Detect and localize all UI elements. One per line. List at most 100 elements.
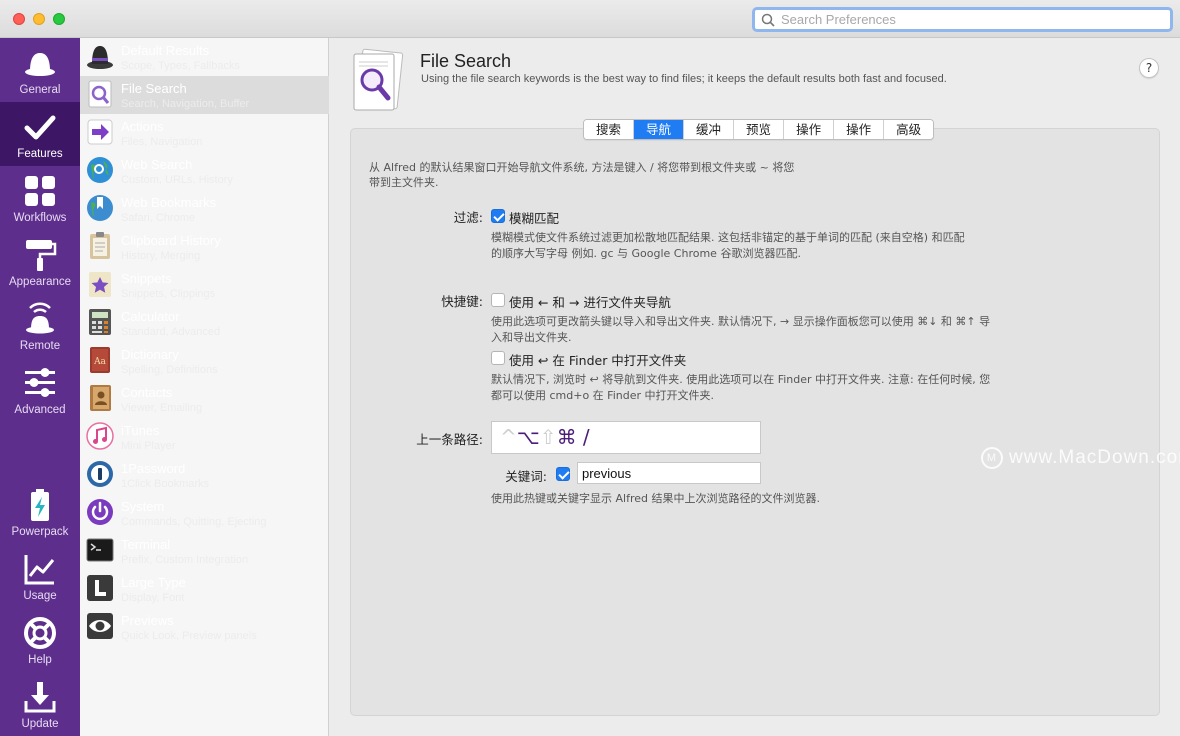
grid-icon <box>25 176 55 206</box>
nav-workflows[interactable]: Workflows <box>0 166 80 230</box>
finder-open-checkbox[interactable] <box>491 351 505 365</box>
paint-roller-icon <box>26 240 57 271</box>
feature-subtitle: Display, Font <box>121 592 185 604</box>
feature-title: Actions <box>121 119 164 134</box>
feature-large-type[interactable]: Large Type Display, Font <box>80 570 329 608</box>
feature-subtitle: Spelling, Definitions <box>121 364 218 376</box>
minimize-window-button[interactable] <box>33 13 45 25</box>
nav-features[interactable]: Features <box>0 102 80 166</box>
nav-remote[interactable]: Remote <box>0 294 80 358</box>
feature-actions[interactable]: Actions Files, Navigation <box>80 114 329 152</box>
feature-web-search[interactable]: Web Search Custom, URLs, History <box>80 152 329 190</box>
feature-title: Default Results <box>121 43 210 58</box>
tab-preview[interactable]: 预览 <box>734 120 785 139</box>
arrow-right-icon <box>87 119 113 145</box>
feature-web-bookmarks[interactable]: Web Bookmarks Safari, Chrome <box>80 190 329 228</box>
nav-features-label: Features <box>17 148 63 160</box>
settings-panel: 搜索 导航 缓冲 预览 操作 操作 高级 从 Alfred 的默认结果窗口开始导… <box>350 119 1180 716</box>
feature-default-results[interactable]: Default Results Scope, Types, Fallbacks <box>80 38 329 76</box>
feature-subtitle: Quick Look, Preview panels <box>121 630 257 642</box>
feature-subtitle: Search, Navigation, Buffer <box>121 98 250 110</box>
feature-file-search[interactable]: File Search Search, Navigation, Buffer <box>80 76 329 114</box>
eye-icon <box>87 613 113 639</box>
arrow-navigation-label[interactable]: 使用 ← 和 → 进行文件夹导航 <box>509 292 671 311</box>
feature-itunes[interactable]: iTunes Mini Player <box>80 418 329 456</box>
feature-subtitle: 1Click Bookmarks <box>121 478 210 490</box>
help-button[interactable]: ? <box>1139 58 1159 78</box>
keyword-enabled-checkbox[interactable] <box>556 467 570 481</box>
feature-contacts[interactable]: Contacts Viewer, Emailing <box>80 380 329 418</box>
feature-1password[interactable]: 1Password 1Click Bookmarks <box>80 456 329 494</box>
feature-terminal[interactable]: Terminal Prefix, Custom Integration <box>80 532 329 570</box>
chart-icon <box>24 555 55 585</box>
feature-dictionary[interactable]: Aa Dictionary Spelling, Definitions <box>80 342 329 380</box>
lifebuoy-icon <box>24 617 56 649</box>
globe-bookmark-icon <box>87 195 113 221</box>
tab-navigation[interactable]: 导航 <box>634 120 685 139</box>
previous-path-hotkey-field[interactable]: ^⌥⇧⌘ / <box>491 421 761 454</box>
nav-appearance[interactable]: Appearance <box>0 230 80 294</box>
nav-appearance-label: Appearance <box>8 276 72 288</box>
feature-list: Default Results Scope, Types, Fallbacks … <box>80 38 329 736</box>
feature-subtitle: History, Merging <box>121 250 201 262</box>
feature-title: iTunes <box>121 423 160 438</box>
nav-update[interactable]: Update <box>0 672 80 736</box>
previous-path-label: 上一条路径: <box>416 432 483 447</box>
feature-subtitle: Custom, URLs, History <box>121 174 233 186</box>
arrow-navigation-checkbox[interactable] <box>491 293 505 307</box>
finder-open-label[interactable]: 使用 ↩ 在 Finder 中打开文件夹 <box>509 350 686 369</box>
feature-title: Clipboard History <box>121 233 221 248</box>
feature-subtitle: Mini Player <box>121 440 176 452</box>
feature-subtitle: Safari, Chrome <box>121 212 195 224</box>
feature-subtitle: Snippets, Clippings <box>121 288 216 300</box>
title-bar <box>0 0 1180 38</box>
feature-snippets[interactable]: Snippets Snippets, Clippings <box>80 266 329 304</box>
feature-title: 1Password <box>121 461 186 476</box>
shortcut-label: 快捷键: <box>441 294 483 309</box>
zoom-window-button[interactable] <box>53 13 65 25</box>
feature-title: System <box>121 499 165 514</box>
fuzzy-match-label[interactable]: 模糊匹配 <box>509 208 559 227</box>
contacts-book-icon <box>90 385 111 411</box>
previous-path-help: 使用此热键或关键字显示 Alfred 结果中上次浏览路径的文件浏览器. <box>491 492 820 505</box>
nav-powerpack[interactable]: Powerpack <box>0 480 80 544</box>
tab-actions[interactable]: 操作 <box>784 120 835 139</box>
control-key: ^ <box>500 425 517 449</box>
dictionary-icon: Aa <box>90 347 110 373</box>
feature-calculator[interactable]: Calculator Standard, Advanced <box>80 304 329 342</box>
tab-bar: 搜索 导航 缓冲 预览 操作 操作 高级 <box>583 119 935 140</box>
search-icon <box>761 13 775 27</box>
tab-buffer[interactable]: 缓冲 <box>684 120 735 139</box>
keyword-input[interactable] <box>577 462 761 484</box>
nav-help[interactable]: Help <box>0 608 80 672</box>
keyword-label: 关键词: <box>505 469 547 484</box>
feature-clipboard-history[interactable]: Clipboard History History, Merging <box>80 228 329 266</box>
feature-previews[interactable]: Previews Quick Look, Preview panels <box>80 608 329 646</box>
feature-title: Snippets <box>121 271 172 286</box>
tab-search[interactable]: 搜索 <box>584 120 635 139</box>
feature-system[interactable]: System Commands, Quitting, Ejecting <box>80 494 329 532</box>
nav-advanced[interactable]: Advanced <box>0 358 80 422</box>
feature-subtitle: Prefix, Custom Integration <box>121 554 249 566</box>
fuzzy-match-checkbox[interactable] <box>491 209 505 223</box>
watermark-logo-icon: M <box>981 447 1003 469</box>
calculator-icon <box>89 309 111 335</box>
nav-general[interactable]: General <box>0 38 80 102</box>
sliders-icon <box>25 368 55 397</box>
1password-icon <box>87 461 113 487</box>
nav-usage[interactable]: Usage <box>0 544 80 608</box>
watermark: M www.MacDown.com <box>981 447 1180 469</box>
shift-key: ⇧ <box>539 425 557 449</box>
nav-general-label: General <box>19 84 61 96</box>
magnifier-document-icon <box>88 80 112 108</box>
search-preferences-field[interactable] <box>752 7 1173 32</box>
feature-subtitle: Standard, Advanced <box>121 326 221 338</box>
remote-icon <box>26 302 54 334</box>
search-preferences-input[interactable] <box>781 12 1161 27</box>
tab-actions-2[interactable]: 操作 <box>834 120 885 139</box>
feature-title: Terminal <box>121 537 171 552</box>
nav-remote-label: Remote <box>19 340 61 352</box>
close-window-button[interactable] <box>13 13 25 25</box>
feature-title: Contacts <box>121 385 173 400</box>
tab-advanced[interactable]: 高级 <box>884 120 934 139</box>
